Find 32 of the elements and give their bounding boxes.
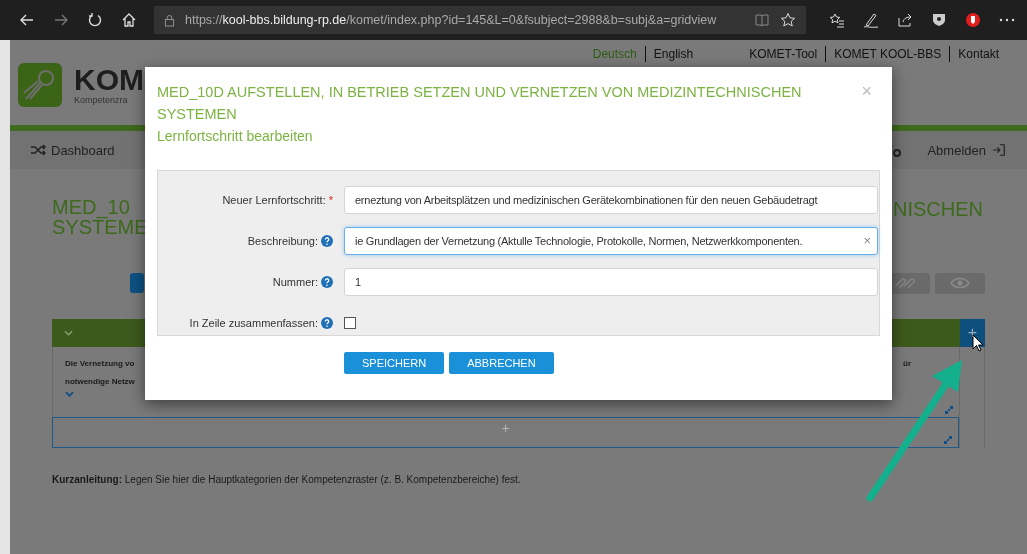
language-link[interactable]: English [645, 47, 702, 61]
required-mark: * [328, 193, 333, 206]
dialog-button[interactable]: ABBRECHEN [449, 352, 554, 374]
dialog-subtitle: Lernfortschritt bearbeiten [157, 127, 314, 146]
cell-text: ür [903, 358, 912, 370]
input-field[interactable]: ie Grundlagen der Vernetzung (Aktulle Technologie, Protokolle, Normen, Netzwerkkomponenten. × [344, 226, 878, 255]
input-field[interactable]: 1 [344, 267, 878, 296]
clear-button[interactable]: × [863, 233, 871, 248]
page-title: SYSTEME [52, 217, 148, 237]
page-title: MED_10 [52, 197, 130, 217]
logo-text: KOM [74, 64, 144, 95]
field-label: Nummer: [272, 275, 318, 288]
field-label: Neuer Lernfortschritt: [222, 193, 326, 206]
field-label: In Zeile zusammenfassen: [189, 316, 318, 329]
url-text: https://kool-bbs.bildung-rp.de/komet/index.php?id=145&L=0&fsubject=2988&b=subj&a=gridview [185, 13, 718, 27]
dialog-button[interactable]: SPEICHERN [344, 352, 445, 374]
cell-text: notwendige Netzw [65, 376, 135, 388]
close-button[interactable]: × [861, 81, 872, 101]
top-link[interactable]: Kontakt [950, 47, 1007, 61]
field-label: Beschreibung: [247, 234, 318, 247]
add-row-sign[interactable]: + [501, 420, 510, 447]
logout-link[interactable]: Abmelden [927, 142, 1007, 158]
top-link[interactable]: KOMET KOOL-BBS [826, 47, 950, 61]
dashboard-link[interactable]: Dashboard [30, 142, 115, 158]
address-bar[interactable]: https://kool-bbs.bildung-rp.de/komet/index.php?id=145&L=0&fsubject=2988&b=subj&a=gridview [154, 6, 806, 34]
page-title: NISCHEN [893, 197, 983, 222]
logo-subtitle: Kompetenzra [74, 94, 129, 105]
instruction-text: Kurzanleitung: Legen Sie hier die Hauptkategorien der Kompetenzraster (z. B. Kompetenzbereiche) fest. [52, 474, 522, 485]
input-field[interactable]: erneztung von Arbeitsplätzen und medizinischen Gerätekombinationen für den neuen Gebäudetragt [344, 185, 878, 214]
cell-text: Die Vernetzung vo [65, 358, 135, 370]
dialog-title: MED_10D AUFSTELLEN, IN BETRIEB SETZEN UND VERNETZEN VON MEDIZINTECHNISCHEN SYSTEMEN [157, 83, 803, 124]
top-link[interactable]: KOMET-Tool [741, 47, 826, 61]
